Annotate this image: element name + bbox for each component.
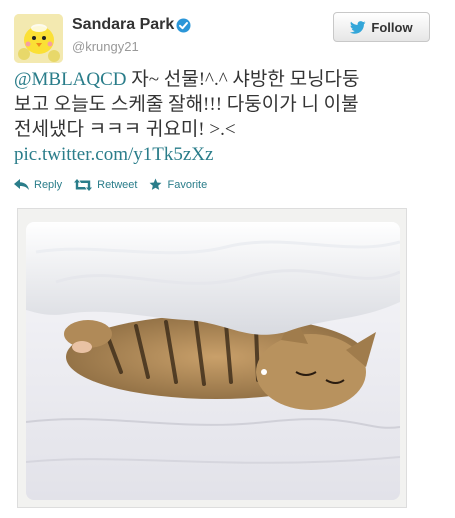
reply-action[interactable]: Reply xyxy=(14,179,62,191)
tweet-photo[interactable] xyxy=(26,222,400,500)
avatar-image xyxy=(14,14,63,63)
tweet-text-line-3: 전세냈다 ㅋㅋㅋ 귀요미! >.< xyxy=(14,119,236,140)
tweet-text-line-1: 자~ 선물!^.^ 샤방한 모닝다둥 xyxy=(126,69,360,90)
user-screen-name[interactable]: @krungy21 xyxy=(72,39,139,54)
favorite-action[interactable]: Favorite xyxy=(149,178,207,191)
star-icon xyxy=(150,178,162,190)
media-container xyxy=(17,208,407,508)
tweet-actions: Reply Retweet Favorite xyxy=(14,178,219,191)
user-fullname[interactable]: Sandara Park xyxy=(72,16,174,34)
tweet-text: @MBLAQCD 자~ 선물!^.^ 샤방한 모닝다둥 보고 오늘도 스케줄 잘… xyxy=(14,67,434,167)
retweet-label: Retweet xyxy=(97,178,138,191)
avatar[interactable] xyxy=(14,14,63,63)
retweet-icon xyxy=(74,178,93,191)
tweet-text-line-2: 보고 오늘도 스케줄 잘해!!! 다둥이가 니 이불 xyxy=(14,94,359,115)
follow-button[interactable]: Follow xyxy=(333,12,430,42)
follow-button-label: Follow xyxy=(371,19,413,35)
retweet-action[interactable]: Retweet xyxy=(74,178,138,191)
pic-link[interactable]: pic.twitter.com/y1Tk5zXz xyxy=(14,144,213,165)
tweet-card: Sandara Park @krungy21 Follow @MBLAQCD 자… xyxy=(0,0,455,518)
favorite-label: Favorite xyxy=(167,178,208,191)
reply-label: Reply xyxy=(34,178,63,191)
twitter-bird-icon xyxy=(350,20,366,34)
reply-icon xyxy=(14,179,29,190)
cat-photo-icon xyxy=(26,222,400,500)
verified-badge-icon xyxy=(176,18,191,33)
mention-link[interactable]: @MBLAQCD xyxy=(14,69,127,90)
